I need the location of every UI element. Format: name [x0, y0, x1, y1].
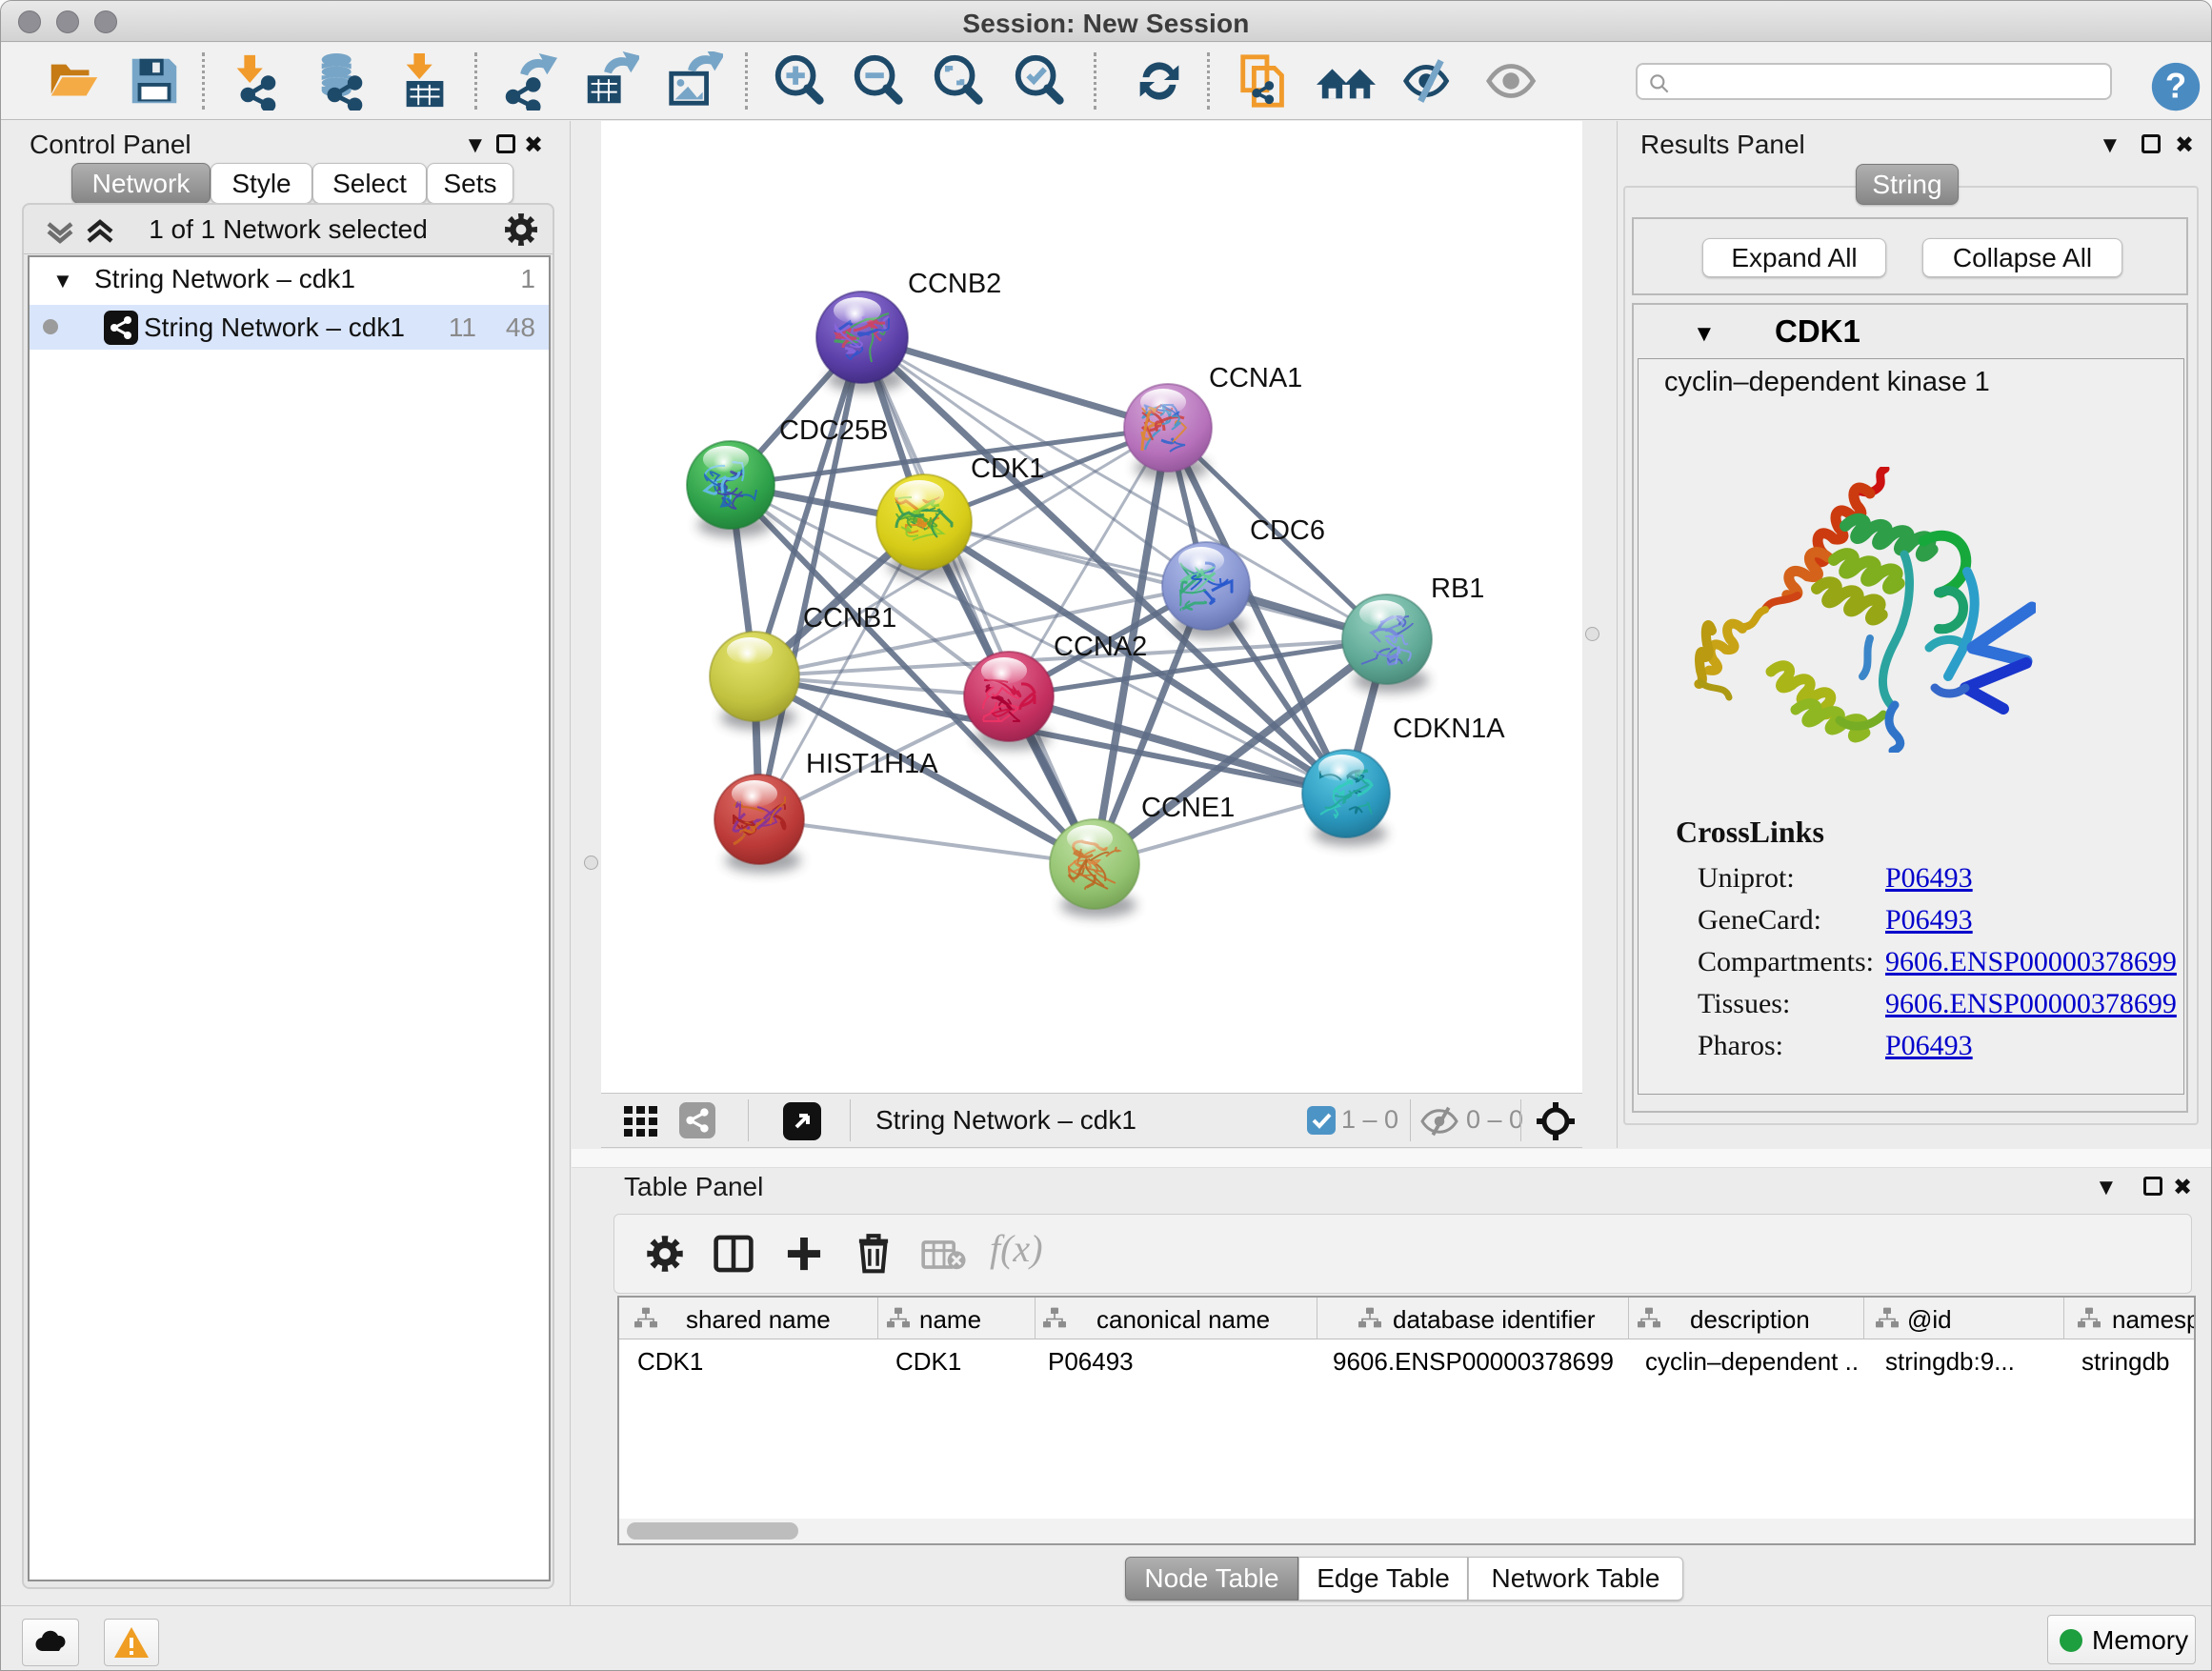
svg-text:CCNA1: CCNA1: [1209, 363, 1302, 393]
svg-text:CCNE1: CCNE1: [1141, 793, 1235, 823]
svg-text:RB1: RB1: [1431, 574, 1484, 604]
svg-text:CDK1: CDK1: [971, 453, 1044, 484]
svg-text:?: ?: [2165, 67, 2186, 106]
svg-text:CDC25B: CDC25B: [779, 415, 888, 446]
svg-text:CCNB1: CCNB1: [803, 603, 896, 634]
svg-text:CDC6: CDC6: [1250, 515, 1325, 546]
svg-text:CCNA2: CCNA2: [1054, 632, 1147, 662]
svg-text:CDKN1A: CDKN1A: [1393, 714, 1505, 744]
svg-text:HIST1H1A: HIST1H1A: [806, 749, 938, 779]
svg-text:CCNB2: CCNB2: [908, 269, 1001, 299]
